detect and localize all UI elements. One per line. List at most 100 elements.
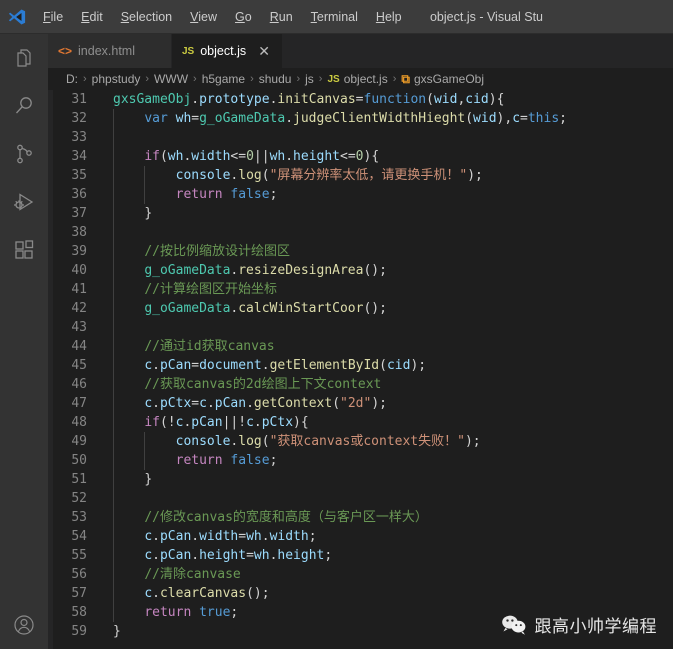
menu-selection[interactable]: Selection <box>113 4 180 30</box>
code-content[interactable]: gxsGameObj.prototype.initCanvas=function… <box>111 90 673 649</box>
code-line[interactable]: var wh=g_oGameData.judgeClientWidthHiegh… <box>113 109 673 128</box>
code-line[interactable]: return false; <box>113 451 673 470</box>
line-number[interactable]: 51 <box>53 470 87 489</box>
menu-edit[interactable]: Edit <box>73 4 111 30</box>
tab-index-html[interactable]: <> index.html ✕ <box>48 34 172 68</box>
code-line[interactable]: //计算绘图区开始坐标 <box>113 280 673 299</box>
breadcrumb-item-objectjs[interactable]: JS object.js <box>327 72 387 86</box>
code-token: log <box>238 434 262 449</box>
tab-object-js[interactable]: JS object.js ✕ <box>172 34 284 68</box>
code-line[interactable]: //按比例缩放设计绘图区 <box>113 242 673 261</box>
code-line[interactable] <box>113 318 673 337</box>
line-number[interactable]: 40 <box>53 261 87 280</box>
line-number[interactable]: 57 <box>53 584 87 603</box>
line-number[interactable]: 46 <box>53 375 87 394</box>
sidebar-item-extensions[interactable] <box>0 226 48 274</box>
line-number[interactable]: 39 <box>53 242 87 261</box>
code-line[interactable]: if(wh.width<=0||wh.height<=0){ <box>113 147 673 166</box>
code-line[interactable] <box>113 489 673 508</box>
code-line[interactable]: } <box>113 470 673 489</box>
code-line[interactable]: } <box>113 204 673 223</box>
close-icon[interactable]: ✕ <box>256 44 272 58</box>
breadcrumb-item-www[interactable]: WWW <box>154 72 188 86</box>
breadcrumb-item-phpstudy[interactable]: phpstudy <box>92 72 141 86</box>
code-line[interactable]: c.clearCanvas(); <box>113 584 673 603</box>
line-number[interactable]: 55 <box>53 546 87 565</box>
code-line[interactable]: c.pCan.height=wh.height; <box>113 546 673 565</box>
fold-gutter[interactable] <box>99 90 111 649</box>
code-line[interactable]: c.pCan.width=wh.width; <box>113 527 673 546</box>
code-line[interactable]: c.pCtx=c.pCan.getContext("2d"); <box>113 394 673 413</box>
title-bar: File Edit Selection View Go Run Terminal Help o… <box>0 0 673 34</box>
code-line[interactable]: if(!c.pCan||!c.pCtx){ <box>113 413 673 432</box>
menu-go[interactable]: Go <box>227 4 260 30</box>
code-line[interactable]: //修改canvas的宽度和高度（与客户区一样大） <box>113 508 673 527</box>
line-number[interactable]: 36 <box>53 185 87 204</box>
line-number[interactable]: 59 <box>53 622 87 641</box>
code-line[interactable]: } <box>113 622 673 641</box>
line-number[interactable]: 42 <box>53 299 87 318</box>
code-editor[interactable]: 31 32 33 34 35 36 37 38 39 40 41 42 43 44 45 46 47 48 49 50… <box>48 90 673 649</box>
line-number[interactable]: 33 <box>53 128 87 147</box>
sidebar-item-accounts[interactable] <box>0 601 48 649</box>
menu-help[interactable]: Help <box>368 4 410 30</box>
code-scroll-region[interactable]: 31 32 33 34 35 36 37 38 39 40 41 42 43 44 45 46 47 48 49 50… <box>53 90 673 649</box>
line-number[interactable]: 44 <box>53 337 87 356</box>
line-number[interactable]: 41 <box>53 280 87 299</box>
code-line[interactable]: c.pCan=document.getElementById(cid); <box>113 356 673 375</box>
line-number[interactable]: 56 <box>53 565 87 584</box>
search-icon <box>12 94 36 118</box>
code-token: (! <box>159 415 176 430</box>
sidebar-item-explorer[interactable] <box>0 34 48 82</box>
menu-terminal[interactable]: Terminal <box>303 4 366 30</box>
code-line[interactable]: gxsGameObj.prototype.initCanvas=function… <box>113 90 673 109</box>
line-number[interactable]: 49 <box>53 432 87 451</box>
line-number[interactable]: 35 <box>53 166 87 185</box>
menu-view[interactable]: View <box>182 4 225 30</box>
code-line[interactable]: //清除canvase <box>113 565 673 584</box>
line-number[interactable]: 47 <box>53 394 87 413</box>
line-number[interactable]: 32 <box>53 109 87 128</box>
code-line[interactable]: console.log("屏幕分辨率太低，请更换手机！"); <box>113 166 673 185</box>
line-number[interactable]: 50 <box>53 451 87 470</box>
breadcrumb-item-h5game[interactable]: h5game <box>202 72 245 86</box>
code-line[interactable]: console.log("获取canvas或context失败！"); <box>113 432 673 451</box>
menu-run[interactable]: Run <box>262 4 301 30</box>
breadcrumb-item-gxsgameobj[interactable]: ⧉ gxsGameObj <box>401 72 484 86</box>
code-line[interactable]: return false; <box>113 185 673 204</box>
line-number[interactable]: 31 <box>53 90 87 109</box>
code-token: (); <box>363 301 387 316</box>
sidebar-item-run-debug[interactable] <box>0 178 48 226</box>
code-token: height <box>277 548 325 563</box>
code-token: ){ <box>293 415 309 430</box>
code-token: . <box>253 415 262 430</box>
line-number[interactable]: 45 <box>53 356 87 375</box>
code-line[interactable]: g_oGameData.calcWinStartCoor(); <box>113 299 673 318</box>
code-line[interactable]: g_oGameData.resizeDesignArea(); <box>113 261 673 280</box>
breadcrumb-label: object.js <box>343 72 388 86</box>
line-number[interactable]: 53 <box>53 508 87 527</box>
line-number[interactable]: 38 <box>53 223 87 242</box>
code-token: judgeClientWidthHieght <box>293 111 466 126</box>
code-line[interactable]: //通过id获取canvas <box>113 337 673 356</box>
sidebar-item-search[interactable] <box>0 82 48 130</box>
breadcrumb-item-js[interactable]: js <box>305 72 314 86</box>
sidebar-item-source-control[interactable] <box>0 130 48 178</box>
menu-file[interactable]: File <box>35 4 71 30</box>
code-line[interactable] <box>113 223 673 242</box>
code-token: width <box>269 529 309 544</box>
code-line[interactable] <box>113 128 673 147</box>
code-token: var <box>144 111 168 126</box>
line-number[interactable]: 52 <box>53 489 87 508</box>
line-number[interactable]: 54 <box>53 527 87 546</box>
code-line[interactable]: return true; <box>113 603 673 622</box>
line-number[interactable]: 48 <box>53 413 87 432</box>
code-token: pCan <box>159 548 192 563</box>
line-number[interactable]: 58 <box>53 603 87 622</box>
line-number[interactable]: 43 <box>53 318 87 337</box>
breadcrumb-item-shudu[interactable]: shudu <box>259 72 292 86</box>
line-number[interactable]: 37 <box>53 204 87 223</box>
code-line[interactable]: //获取canvas的2d绘图上下文context <box>113 375 673 394</box>
line-number[interactable]: 34 <box>53 147 87 166</box>
breadcrumb-item-d[interactable]: D: <box>66 72 78 86</box>
